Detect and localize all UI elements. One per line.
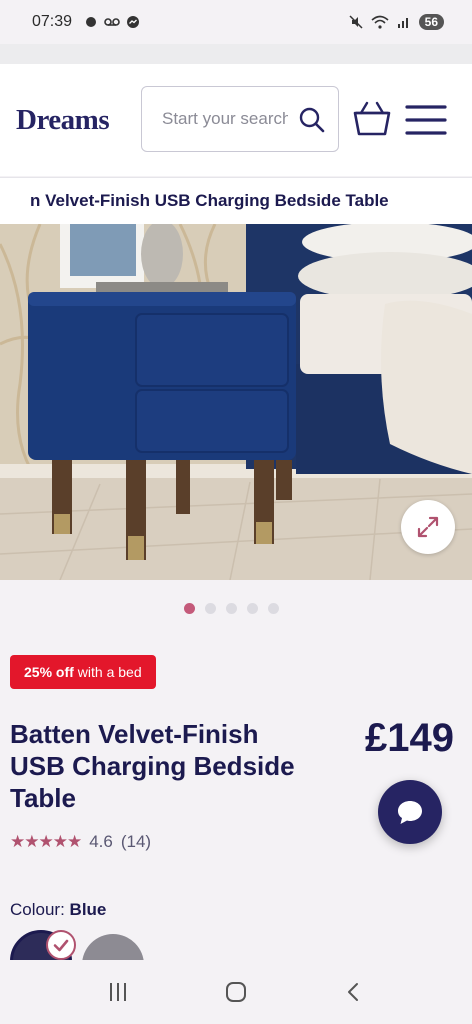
mute-icon	[349, 15, 363, 29]
carousel-dots	[184, 603, 279, 614]
status-left-icons	[84, 15, 140, 29]
sticky-title-text: n Velvet-Finish USB Charging Bedside Tab…	[30, 191, 389, 210]
carousel-dot[interactable]	[268, 603, 279, 614]
carousel-dot[interactable]	[184, 603, 195, 614]
voicemail-icon	[104, 18, 120, 26]
rating-value: 4.6	[89, 832, 113, 851]
expand-image-button[interactable]	[401, 500, 455, 554]
basket-icon[interactable]	[352, 101, 392, 137]
sticky-title-strip: n Velvet-Finish USB Charging Bedside Tab…	[0, 177, 472, 224]
recents-icon[interactable]	[106, 980, 130, 1004]
search-input[interactable]	[162, 109, 288, 129]
system-nav-bar	[0, 960, 472, 1024]
messenger-icon	[127, 16, 140, 28]
colour-label-text: Colour:	[10, 900, 65, 919]
product-title: Batten Velvet-Finish USB Charging Bedsid…	[10, 719, 295, 813]
back-icon[interactable]	[342, 980, 366, 1004]
rating-row[interactable]: ★★★★★ 4.6 (14)	[10, 832, 151, 852]
top-gap	[0, 44, 472, 64]
rating-count[interactable]: (14)	[121, 832, 151, 852]
chat-button[interactable]	[378, 780, 442, 844]
signal-icon	[397, 18, 408, 28]
expand-icon	[417, 516, 439, 538]
product-price: £149	[365, 716, 454, 760]
carousel-dot[interactable]	[247, 603, 258, 614]
selected-check-icon	[46, 930, 76, 960]
colour-label: Colour: Blue	[10, 900, 106, 920]
dreams-logo[interactable]: Dreams	[16, 104, 110, 137]
search-box[interactable]	[141, 86, 339, 152]
site-header: Dreams	[0, 64, 472, 176]
status-time: 07:39	[32, 13, 73, 30]
rating-stars: ★★★★★	[10, 832, 82, 851]
chat-icon	[398, 801, 422, 824]
discount-badge: 25% off with a bed	[10, 655, 156, 689]
notification-icon	[86, 17, 97, 27]
home-icon[interactable]	[223, 979, 249, 1005]
menu-icon[interactable]	[405, 104, 447, 136]
wifi-icon	[371, 15, 389, 29]
status-bar: 07:39 56	[0, 0, 472, 44]
colour-value: Blue	[69, 900, 107, 919]
status-right-icons: 56	[349, 14, 444, 30]
discount-badge-condition: with a bed	[77, 664, 142, 680]
discount-badge-percent: 25% off	[24, 664, 74, 680]
search-icon[interactable]	[298, 106, 326, 134]
carousel-dot[interactable]	[205, 603, 216, 614]
battery-indicator: 56	[418, 14, 444, 30]
carousel-dot[interactable]	[226, 603, 237, 614]
